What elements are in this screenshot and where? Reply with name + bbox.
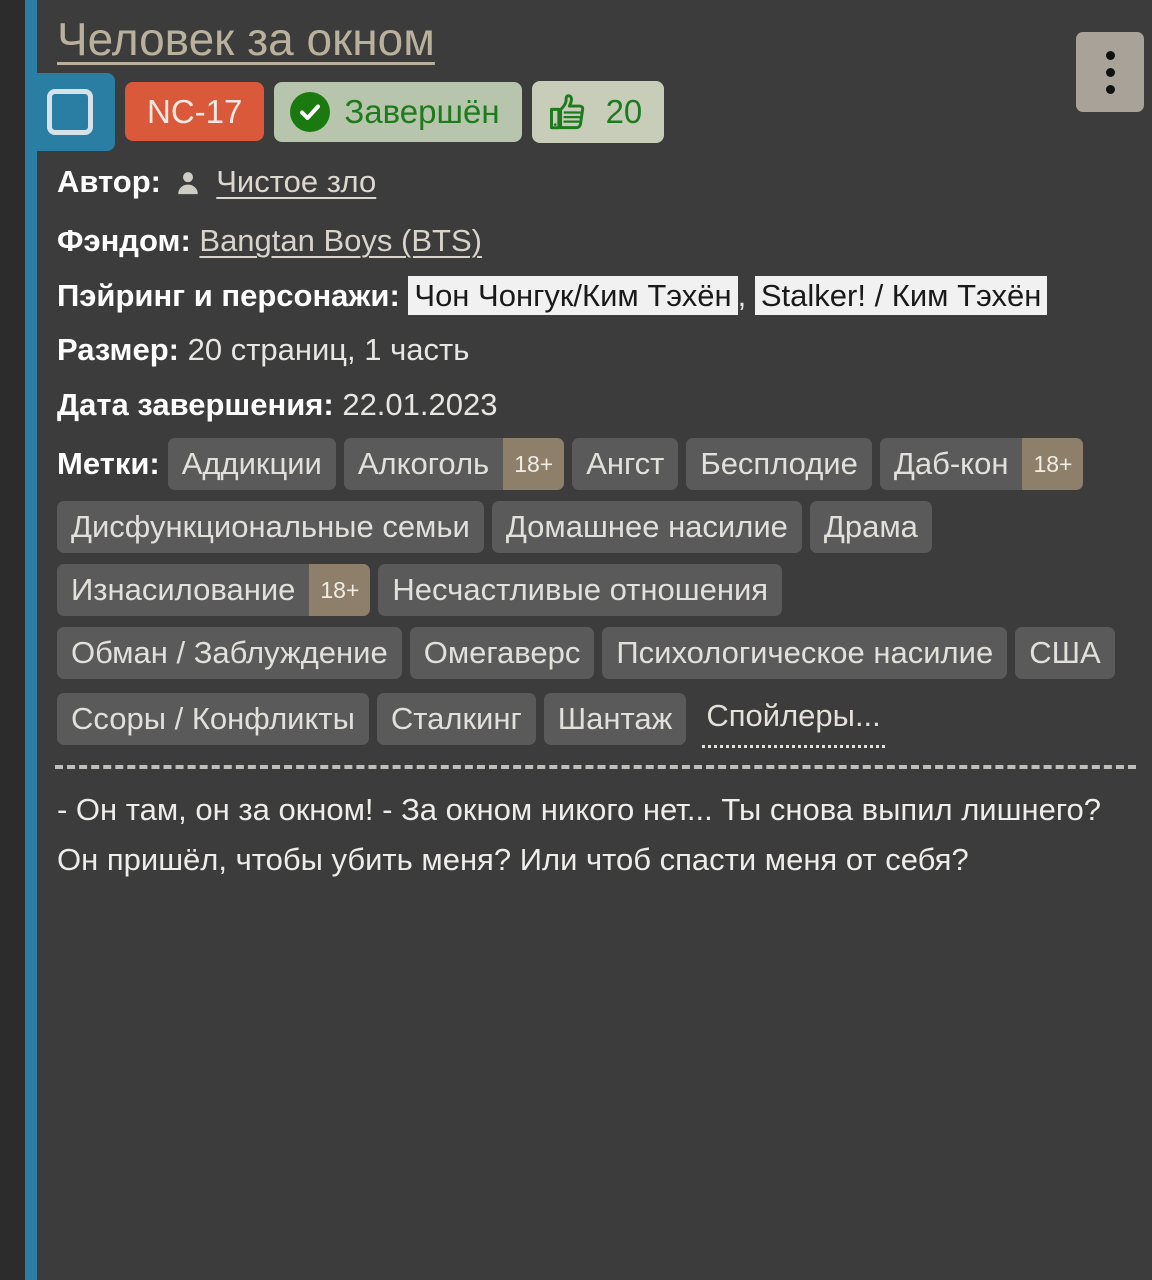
tag-chip[interactable]: Домашнее насилие [491, 501, 802, 554]
tag-chip[interactable]: Драма [809, 501, 932, 554]
tag-label: Аддикции [181, 446, 322, 482]
tag-label: Алкоголь [357, 446, 490, 482]
author-label: Автор: [57, 163, 162, 199]
fandom-label: Фэндом: [57, 223, 191, 259]
tag-chip[interactable]: США [1015, 627, 1115, 680]
pairing-chip-1[interactable]: Чон Чонгук/Ким Тэхён [408, 275, 738, 315]
completion-date-label: Дата завершения: [57, 386, 334, 422]
person-icon [174, 164, 202, 211]
badge-row: NC-17 Завершён 20 [25, 72, 1152, 151]
tag-chip[interactable]: Ангст [572, 438, 679, 491]
tags-block: Метки: Аддикции Алкоголь 18+ Ангст Бесплодие… [37, 436, 1152, 759]
story-card-screen: Человек за окном NC-17 Завершён 20 Автор… [0, 0, 1152, 1280]
tag-label: Омегаверс [423, 635, 581, 671]
thumbs-up-icon [548, 91, 590, 133]
tag-chip[interactable]: Изнасилование 18+ [57, 564, 371, 617]
tags-label: Метки: [57, 446, 160, 482]
tag-chip[interactable]: Ссоры / Конфликты [57, 693, 369, 746]
pairing-chip-2[interactable]: Stalker! / Ким Тэхён [754, 275, 1048, 315]
spoilers-toggle[interactable]: Спойлеры... [702, 690, 885, 749]
story-meta: Автор: Чистое зло Фэндом: Bangtan Boys (… [37, 151, 1152, 429]
kebab-dot-icon [1105, 50, 1115, 60]
story-title-link[interactable]: Человек за окном [57, 14, 435, 65]
tag-label: Сталкинг [390, 701, 522, 737]
tag-chip[interactable]: Психологическое насилие [602, 627, 1008, 680]
tag-label: США [1029, 635, 1101, 671]
status-badge[interactable]: Завершён [274, 81, 522, 142]
tag-label: Ссоры / Конфликты [71, 701, 355, 737]
tag-label: Несчастливые отношения [392, 572, 769, 608]
section-divider [55, 765, 1136, 770]
likes-badge[interactable]: 20 [531, 80, 665, 143]
tag-label: Домашнее насилие [505, 509, 788, 545]
tag-chip[interactable]: Несчастливые отношения [378, 564, 783, 617]
story-card: Человек за окном NC-17 Завершён 20 Автор… [25, 0, 1152, 1280]
tag-chip[interactable]: Аддикции [167, 438, 336, 491]
kebab-dot-icon [1105, 84, 1115, 94]
tag-label: Бесплодие [700, 446, 858, 482]
check-circle-icon [290, 91, 331, 132]
tag-label: Даб-кон [893, 446, 1009, 482]
story-description: - Он там, он за окном! - За окном никого… [57, 792, 1101, 878]
checkbox-square-icon [47, 88, 93, 135]
author-line: Автор: Чистое зло [57, 159, 1138, 211]
kebab-dot-icon [1105, 67, 1115, 77]
size-value: 20 страниц, 1 часть [187, 332, 470, 368]
rating-badge[interactable]: NC-17 [125, 82, 265, 142]
select-story-checkbox[interactable] [25, 72, 115, 151]
adult-marker-badge: 18+ [1022, 438, 1084, 491]
tag-chip[interactable]: Омегаверс [409, 627, 595, 680]
tag-chip[interactable]: Дисфункциональные семьи [57, 501, 484, 554]
tag-label: Ангст [586, 446, 665, 482]
tag-label: Обман / Заблуждение [71, 635, 388, 671]
completion-date-value: 22.01.2023 [342, 386, 498, 422]
tag-chip[interactable]: Даб-кон 18+ [879, 438, 1084, 491]
adult-marker-badge: 18+ [503, 438, 565, 491]
fandom-link[interactable]: Bangtan Boys (BTS) [199, 223, 482, 258]
tag-chip[interactable]: Сталкинг [376, 693, 536, 746]
tag-label: Дисфункциональные семьи [71, 509, 470, 545]
adult-marker-badge: 18+ [309, 564, 371, 617]
status-badge-label: Завершён [344, 93, 500, 131]
tag-label: Психологическое насилие [616, 635, 994, 671]
tag-chip[interactable]: Алкоголь 18+ [343, 438, 565, 491]
left-accent-rail [25, 0, 37, 1280]
tag-chip[interactable]: Шантаж [543, 693, 687, 746]
more-options-button[interactable] [1076, 32, 1144, 112]
pairing-line: Пэйринг и персонажи: Чон Чонгук/Ким Тэхё… [57, 273, 1138, 320]
tag-label: Драма [823, 509, 918, 545]
tag-chip[interactable]: Обман / Заблуждение [57, 627, 402, 680]
tag-chip[interactable]: Бесплодие [686, 438, 872, 491]
title-row: Человек за окном [37, 10, 1152, 112]
author-link[interactable]: Чистое зло [216, 164, 376, 199]
pairing-separator: , [737, 277, 747, 313]
fandom-line: Фэндом: Bangtan Boys (BTS) [57, 218, 1138, 265]
likes-count: 20 [605, 93, 643, 131]
pairing-label: Пэйринг и персонажи: [57, 277, 400, 313]
completion-date-line: Дата завершения: 22.01.2023 [57, 382, 1138, 429]
tag-label: Шантаж [557, 701, 673, 737]
size-line: Размер: 20 страниц, 1 часть [57, 327, 1138, 374]
tags-flow: Метки: Аддикции Алкоголь 18+ Ангст Бесплодие… [57, 438, 1138, 759]
size-label: Размер: [57, 332, 179, 368]
tag-label: Изнасилование [71, 572, 296, 608]
